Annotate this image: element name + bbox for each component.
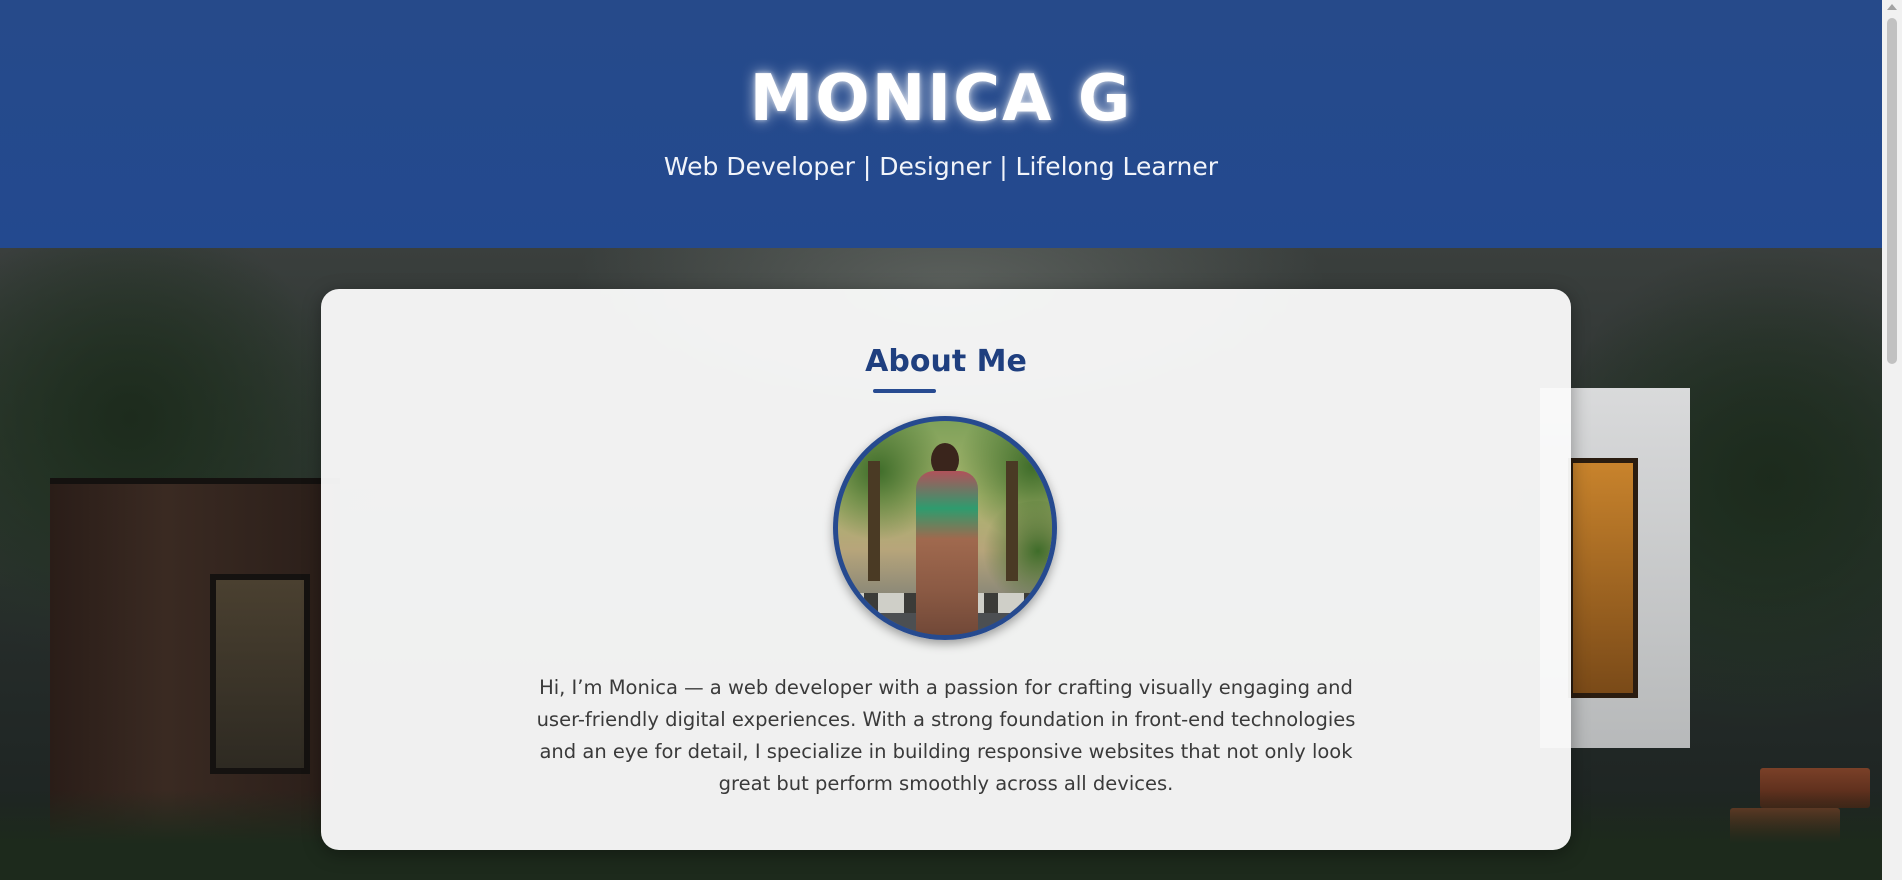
- about-heading: About Me: [865, 344, 1027, 379]
- page-scrollbar[interactable]: [1882, 0, 1902, 880]
- about-paragraph: Hi, I’m Monica — a web developer with a …: [536, 676, 1356, 795]
- page-header: MONICA G Web Developer | Designer | Life…: [0, 0, 1882, 248]
- heading-underline: [873, 389, 936, 393]
- scrollbar-thumb[interactable]: [1887, 18, 1897, 364]
- site-title: MONICA G: [749, 62, 1133, 136]
- scroll-up-arrow-icon[interactable]: [1887, 4, 1897, 10]
- profile-photo: [833, 416, 1057, 640]
- about-section: About Me Hi, I’m Monica — a web develope…: [321, 289, 1571, 850]
- site-subtitle: Web Developer | Designer | Lifelong Lear…: [663, 152, 1219, 181]
